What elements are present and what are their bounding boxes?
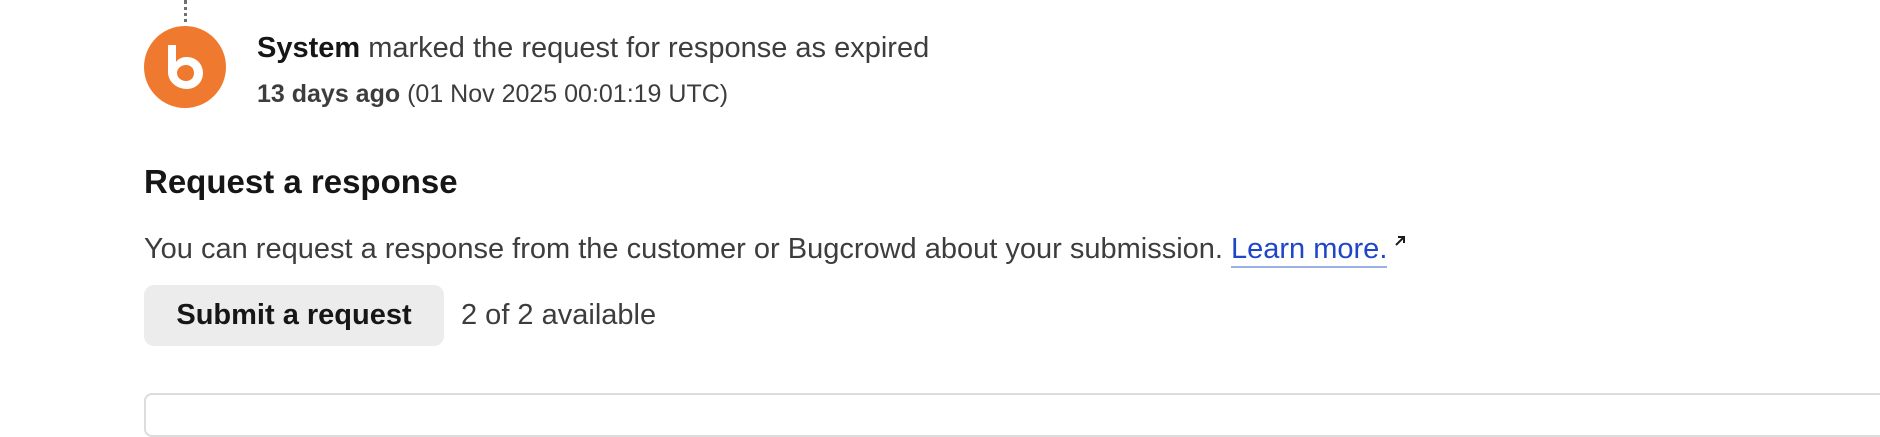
submit-request-button[interactable]: Submit a request: [144, 285, 444, 346]
description-text: You can request a response from the cust…: [144, 233, 1223, 265]
section-description: You can request a response from the cust…: [144, 230, 1407, 268]
event-time-relative: 13 days ago: [257, 80, 401, 108]
event-actor: System: [257, 32, 361, 64]
avatar: [144, 26, 226, 108]
event-timestamp: 13 days ago (01 Nov 2025 00:01:19 UTC): [257, 78, 728, 110]
event-action: marked the request for response as expir…: [368, 32, 930, 64]
section-title: Request a response: [144, 163, 458, 200]
bugcrowd-logo-icon: [168, 45, 203, 89]
comment-box[interactable]: [144, 393, 1880, 437]
event-description: System marked the request for response a…: [257, 30, 929, 66]
learn-more-link[interactable]: Learn more.: [1231, 233, 1388, 268]
availability-count: 2 of 2 available: [461, 299, 657, 331]
external-link-icon: [1395, 236, 1406, 246]
event-time-absolute: (01 Nov 2025 00:01:19 UTC): [407, 80, 729, 108]
